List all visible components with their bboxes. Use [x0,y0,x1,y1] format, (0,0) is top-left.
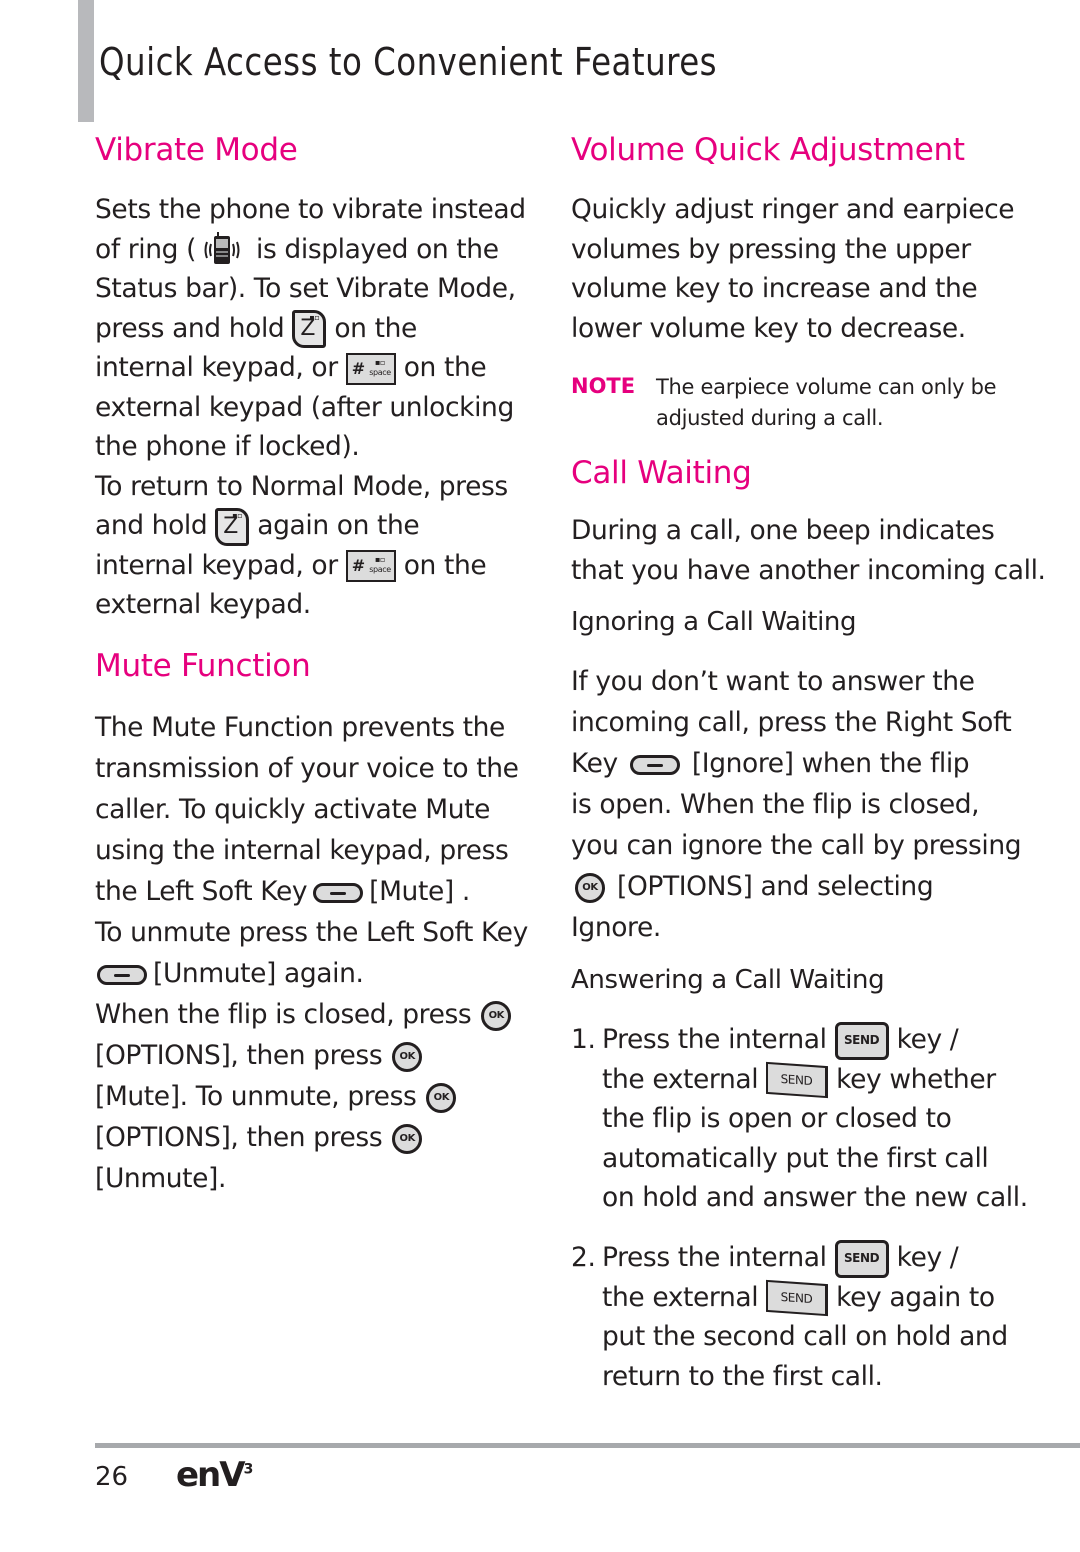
external-send-key-icon: SEND [766,1279,829,1317]
external-send-key-icon: SEND [766,1061,829,1099]
left-soft-key-icon [97,964,147,985]
vibrate-mode-text: Sets the phone to vibrate instead of rin… [95,194,526,620]
ok-key-icon: OK [481,1000,512,1031]
ok-key-icon: OK [575,872,605,903]
note-label: NOTE [571,374,636,398]
internal-send-key-icon: SEND [834,1021,889,1060]
internal-send-key-icon: SEND [834,1239,889,1278]
ok-key-icon: OK [392,1041,423,1072]
ok-key-icon: OK [426,1082,457,1113]
answering-step-2: 2. Press the internal SEND key / the exter… [571,1238,1008,1396]
mute-function-heading: Mute Function [95,648,311,684]
z-key-icon: Z ▪▫ [292,310,327,348]
ignoring-subheading: Ignoring a Call Waiting [571,607,857,637]
step-number: 2. [571,1242,596,1273]
answering-step-1: 1. Press the internal SEND key / the exter… [571,1020,1028,1218]
volume-quick-adjustment-heading: Volume Quick Adjustment [571,132,965,168]
page-title: Quick Access to Convenient Features [99,40,718,84]
ignoring-text: If you don’t want to answer the incoming… [571,666,1022,943]
vibrate-status-icon [202,232,242,268]
hash-space-key-icon: # ▪▫ space [345,550,396,582]
mute-function-text: The Mute Function prevents the transmiss… [95,712,528,1194]
call-waiting-intro: During a call, one beep indicates that y… [571,515,1046,586]
step-number: 1. [571,1024,596,1055]
vibrate-mode-heading: Vibrate Mode [95,132,298,168]
title-accent-bar [78,0,94,122]
footer-rule [95,1443,1080,1448]
ok-key-icon: OK [392,1123,423,1154]
answering-subheading: Answering a Call Waiting [571,965,885,995]
note-text: The earpiece volume can only be adjusted… [656,375,997,430]
volume-text: Quickly adjust ringer and earpiece volum… [571,194,1015,344]
hash-space-key-icon: # ▪▫ space [345,352,396,385]
left-soft-key-icon [313,882,364,903]
page-number: 26 [95,1462,129,1492]
env3-logo: enV3 [176,1455,254,1495]
call-waiting-heading: Call Waiting [571,455,752,491]
z-key-icon: Z ▪▫ [215,507,250,546]
right-soft-key-icon [629,754,680,775]
